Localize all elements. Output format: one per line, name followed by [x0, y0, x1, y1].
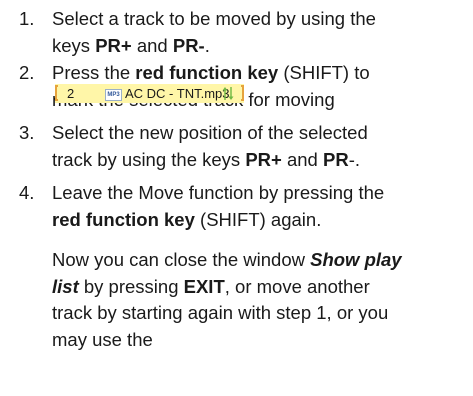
step-text: Select a track to be moved by using the … [52, 6, 464, 59]
track-number: 2 [67, 86, 75, 101]
mp3-format-icon: MP3 [105, 89, 122, 101]
bold-text: red function key [52, 208, 195, 230]
track-name: AC DC - TNT.mp3 [125, 86, 230, 101]
step-text: Select the new position of the selected … [52, 120, 464, 173]
text-run: and [281, 148, 323, 170]
text-run: Select the new position of the selected [52, 122, 368, 143]
text-run: Leave the Move function by pressing the [52, 182, 385, 203]
text-run: track by using the keys [52, 148, 246, 170]
text-run: . [204, 34, 210, 56]
text-line: track by starting again with step 1, or … [52, 300, 464, 327]
bold-text: PR [322, 148, 349, 170]
text-line: Press the red function key (SHIFT) to [52, 60, 464, 87]
text-line: keys PR+ and PR-. [52, 33, 464, 60]
text-run: by pressing [78, 275, 184, 297]
bold-text: EXIT [183, 275, 225, 297]
text-line: Now you can close the window Show play [52, 247, 464, 274]
selection-bracket-right [241, 85, 244, 101]
selection-bracket-left [55, 85, 58, 101]
text-run: may use the [52, 328, 153, 350]
text-run: Press the [52, 62, 136, 83]
text-run: , or move another [224, 275, 370, 297]
text-line: Select the new position of the selected [52, 120, 464, 147]
bold-text: PR+ [245, 148, 282, 170]
text-line: track by using the keys PR+ and PR-. [52, 147, 464, 174]
text-run: track by starting again with step 1, or … [52, 302, 389, 323]
step-number: 4. [19, 182, 35, 203]
text-run: Select a track to be moved by using the [52, 8, 376, 29]
step-number: 3. [19, 122, 35, 143]
bold-text: red function key [135, 62, 279, 83]
text-run: and [131, 34, 173, 56]
move-arrows-icon [222, 87, 234, 100]
text-line: Leave the Move function by pressing the [52, 180, 464, 207]
bold-text: PR+ [95, 34, 132, 56]
bold-italic-text: Show play [310, 249, 402, 270]
text-run: Now you can close the window [52, 249, 311, 270]
bold-italic-text: list [52, 275, 79, 297]
step-number: 2. [19, 62, 35, 83]
text-run: (SHIFT) to [278, 62, 370, 83]
text-run: keys [52, 34, 96, 56]
text-run: -. [348, 148, 360, 170]
text-line: red function key (SHIFT) again. [52, 207, 464, 234]
text-line: list by pressing EXIT, or move another [52, 274, 464, 301]
step-number: 1. [19, 8, 35, 29]
text-line: Select a track to be moved by using the [52, 6, 464, 33]
step-text: Leave the Move function by pressing the … [52, 180, 464, 233]
text-run: (SHIFT) again. [194, 208, 322, 230]
text-line: may use the [52, 327, 464, 354]
bold-text: PR- [172, 34, 205, 56]
paragraph-text: Now you can close the window Show play l… [52, 247, 464, 353]
selected-track-item: 2 MP3 AC DC - TNT.mp3 [55, 84, 244, 103]
